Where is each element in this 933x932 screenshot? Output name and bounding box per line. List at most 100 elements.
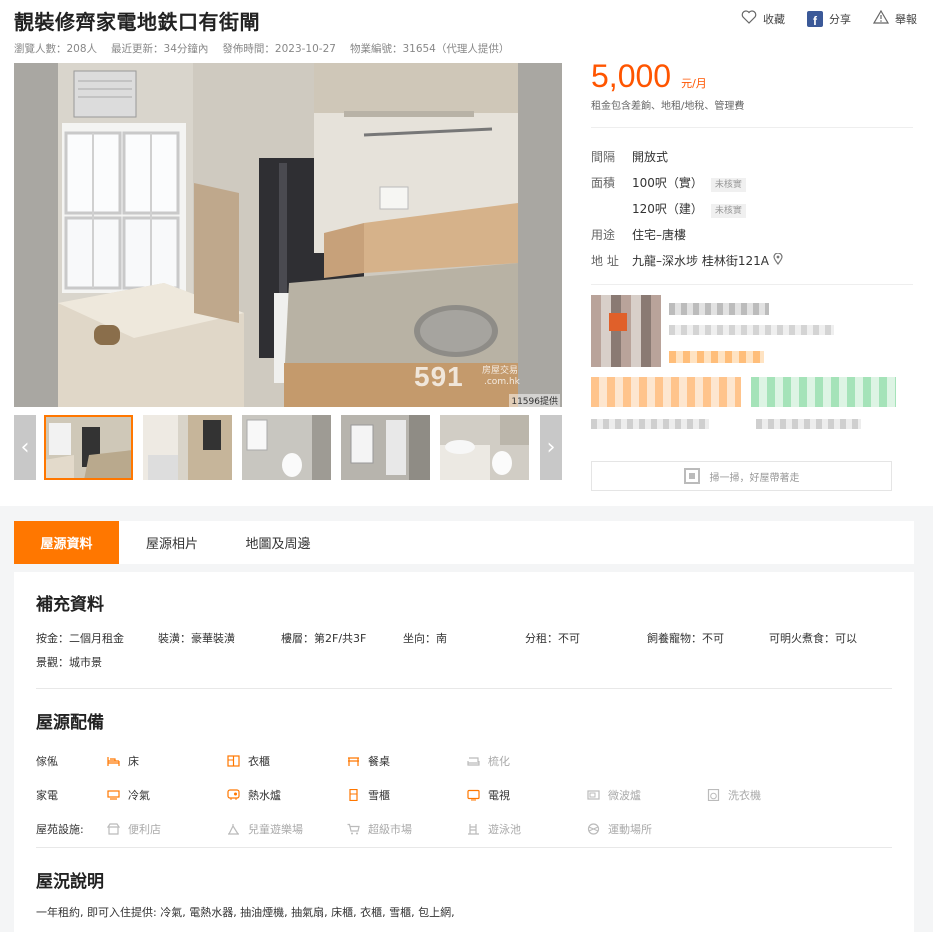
estate-pool-label: 遊泳池 — [488, 823, 521, 836]
store-icon — [106, 823, 121, 835]
agent-phone — [669, 351, 764, 363]
price-block: 5,000 元/月 — [591, 58, 707, 95]
address-text: 九龍–深水埗 桂林街121A — [632, 254, 769, 268]
microwave-icon — [587, 789, 600, 801]
equip-microwave: 微波爐 — [587, 787, 641, 803]
bed-icon — [107, 755, 120, 767]
share-label: 分享 — [829, 12, 851, 26]
listing-content: 補充資料 按金：二個月租金 裝潢：豪華裝潢 樓層：第2F/共3F 坐向：南 分租… — [14, 572, 914, 932]
qr-scan-button[interactable]: 掃一掃，好屋帶著走 — [591, 461, 892, 491]
report-label: 舉報 — [895, 12, 917, 26]
next-photo-button[interactable]: › — [540, 415, 562, 480]
thumbnail-2[interactable] — [143, 415, 232, 480]
area-built-text: 120呎（建） — [632, 202, 703, 216]
address-label: 地 址 — [591, 254, 619, 268]
save-button[interactable]: 收藏 — [741, 10, 785, 27]
layout-label: 間隔 — [591, 150, 616, 164]
area-built: 120呎（建） 未核實 — [632, 200, 746, 218]
estate-playground: 兒童遊樂場 — [227, 821, 303, 837]
chat-button[interactable] — [751, 377, 896, 407]
report-button[interactable]: 舉報 — [872, 9, 917, 27]
divider — [36, 847, 892, 848]
listing-header-area: 靚裝修齊家電地鉄口有街閘 收藏 f 分享 舉報 瀏覽人數：208人 最近更新：3… — [0, 0, 933, 506]
call-button[interactable] — [591, 377, 741, 407]
price-unit: 元/月 — [681, 77, 707, 90]
wardrobe-icon — [227, 755, 240, 767]
sublet: 分租：不可 — [525, 632, 580, 645]
thumbnail-5[interactable] — [440, 415, 529, 480]
qr-text: 掃一掃，好屋帶著走 — [709, 472, 800, 484]
area-actual: 100呎（實） 未核實 — [632, 174, 746, 192]
tab-listing-info[interactable]: 屋源資料 — [14, 521, 119, 564]
tab-photos[interactable]: 屋源相片 — [119, 521, 225, 564]
pool-icon — [467, 823, 480, 835]
decoration: 裝潢：豪華裝潢 — [158, 632, 235, 645]
last-updated: 最近更新：34分鐘內 — [111, 43, 209, 55]
estate-label: 屋苑設施: — [36, 823, 84, 836]
equip-bed-label: 床 — [128, 755, 139, 768]
warning-icon — [872, 9, 890, 27]
estate-convenience-store: 便利店 — [106, 821, 161, 837]
watermark-domain: .com.hk — [484, 377, 520, 387]
listing-title: 靚裝修齊家電地鉄口有街閘 — [14, 10, 260, 34]
rent-price: 5,000 — [591, 58, 672, 94]
estate-supermarket-label: 超級市場 — [368, 823, 412, 836]
equip-washer: 洗衣機 — [707, 787, 761, 803]
chevron-left-icon: ‹ — [20, 435, 30, 460]
map-pin-icon[interactable] — [773, 252, 783, 268]
tv-icon — [467, 789, 480, 801]
equip-bed: 床 — [107, 753, 139, 769]
furniture-label: 傢俬 — [36, 755, 58, 768]
equipment-title: 屋源配備 — [36, 713, 104, 733]
pets: 飼養寵物：不可 — [647, 632, 724, 645]
agent-name — [669, 303, 769, 315]
table-icon — [347, 755, 360, 767]
condition-text: 一年租約, 即可入住提供: 冷氣, 電熱水器, 抽油煙機, 抽氣扇, 床櫃, 衣… — [36, 906, 455, 919]
share-button[interactable]: f 分享 — [807, 10, 851, 27]
thumbnail-3[interactable] — [242, 415, 331, 480]
equip-water-heater-label: 熱水爐 — [248, 789, 281, 802]
main-photo[interactable]: 591 房屋交易 .com.hk 11596提供 — [14, 63, 562, 407]
equip-wardrobe: 衣櫃 — [227, 753, 270, 769]
equip-aircon: 冷氣 — [107, 787, 150, 803]
estate-supermarket: 超級市場 — [347, 821, 412, 837]
condition-title: 屋況說明 — [36, 872, 104, 892]
area-row: 面積 100呎（實） 未核實 — [591, 174, 746, 192]
price-note: 租金包含差餉、地租/地稅、管理費 — [591, 101, 745, 112]
area-built-row: 120呎（建） 未核實 — [632, 200, 746, 218]
thumbnail-strip: ‹ › — [14, 415, 562, 480]
agent-license — [591, 419, 709, 429]
layout-value: 開放式 — [632, 150, 669, 164]
address-value[interactable]: 九龍–深水埗 桂林街121A — [632, 252, 783, 269]
watermark-logo: 591 — [414, 361, 464, 393]
area-label: 面積 — [591, 176, 616, 190]
thumbnail-4[interactable] — [341, 415, 430, 480]
tab-map[interactable]: 地圖及周邊 — [225, 521, 331, 564]
sofa-icon — [467, 755, 480, 767]
equip-tv-label: 電視 — [488, 789, 510, 802]
washing-machine-icon — [707, 788, 720, 802]
equip-microwave-label: 微波爐 — [608, 789, 641, 802]
equip-wardrobe-label: 衣櫃 — [248, 755, 270, 768]
supplement-title: 補充資料 — [36, 595, 104, 615]
view: 景觀：城市景 — [36, 656, 102, 669]
usage-value: 住宅–唐樓 — [632, 228, 687, 242]
usage-row: 用途 住宅–唐樓 — [591, 226, 686, 243]
qr-code-icon — [683, 468, 700, 484]
equip-aircon-label: 冷氣 — [128, 789, 150, 802]
detail-tabs: 屋源資料 屋源相片 地圖及周邊 — [14, 521, 914, 564]
ball-icon — [587, 823, 600, 835]
estate-sports-label: 運動場所 — [608, 823, 652, 836]
equip-table: 餐桌 — [347, 753, 390, 769]
estate-pool: 遊泳池 — [467, 821, 521, 837]
chevron-right-icon: › — [546, 435, 556, 460]
divider — [36, 688, 892, 689]
thumbnail-1[interactable] — [44, 415, 133, 480]
watermark-sub: 房屋交易 — [482, 366, 519, 376]
equip-table-label: 餐桌 — [368, 755, 390, 768]
prev-photo-button[interactable]: ‹ — [14, 415, 36, 480]
listing-meta: 瀏覽人數：208人 最近更新：34分鐘內 發佈時間：2023-10-27 物業編… — [14, 41, 509, 56]
cooking: 可明火煮食：可以 — [769, 632, 857, 645]
equip-fridge: 雪櫃 — [347, 787, 390, 803]
heart-icon — [741, 10, 757, 27]
